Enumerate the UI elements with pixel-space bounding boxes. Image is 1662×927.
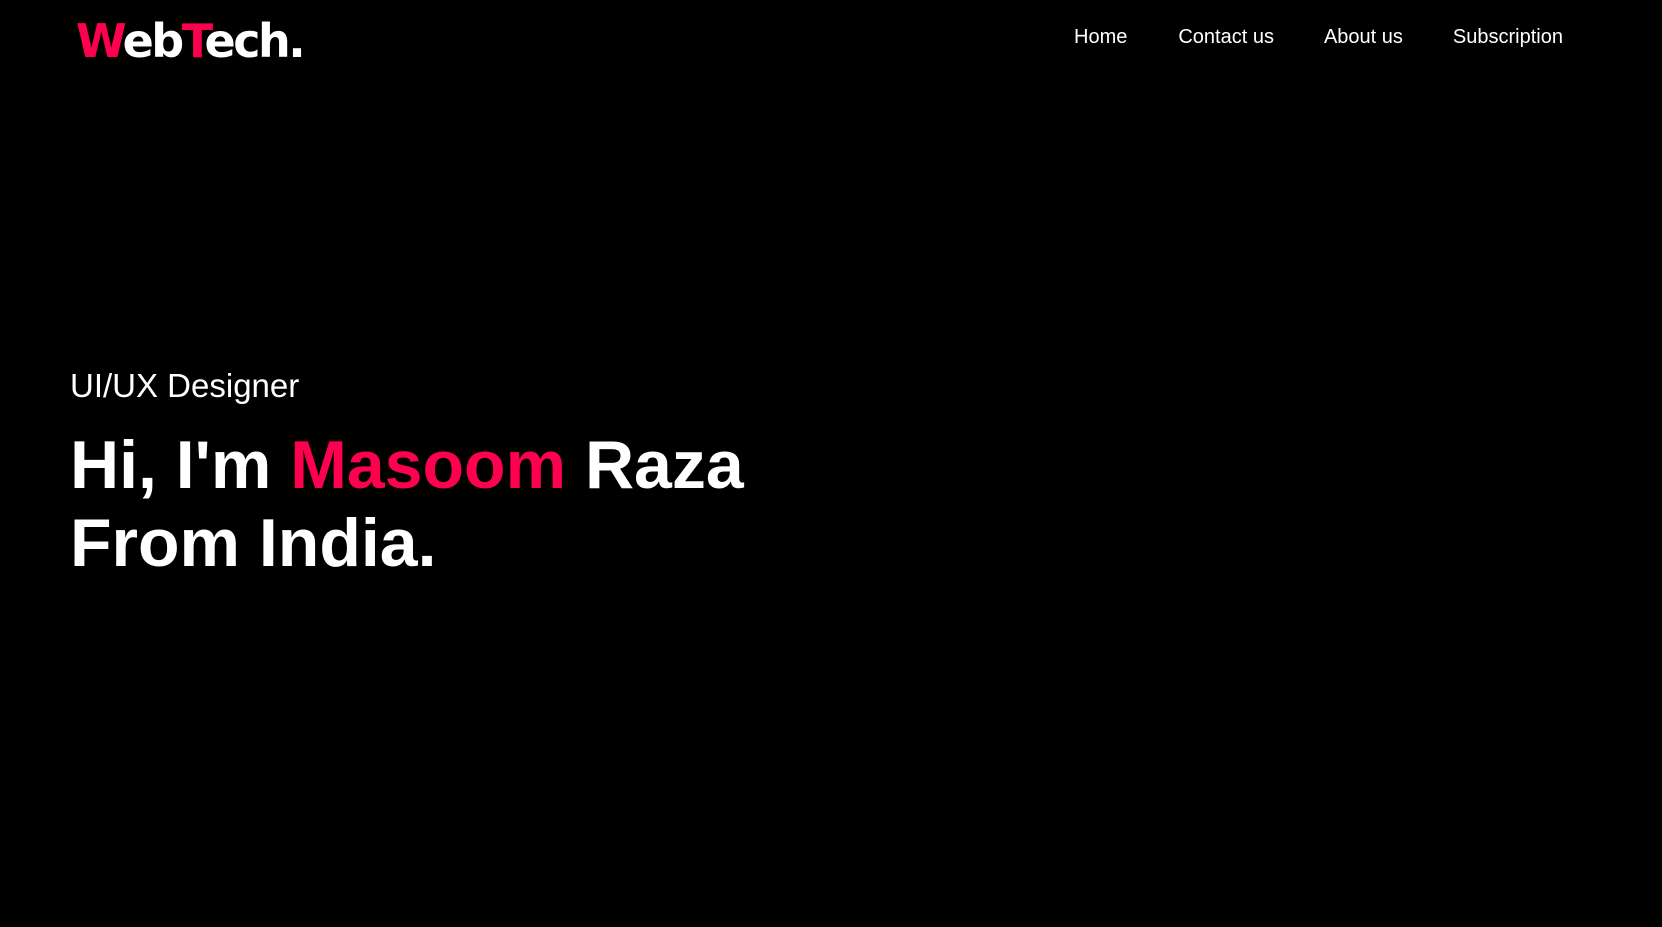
brand-logo[interactable]: WebTech. (76, 12, 306, 70)
nav-link-subscription[interactable]: Subscription (1453, 22, 1563, 52)
logo-letters-eb: eb (122, 14, 185, 68)
hero-origin: From India. (70, 505, 437, 581)
nav-link-home[interactable]: Home (1074, 22, 1127, 52)
hero-first-name: Masoom (290, 427, 567, 503)
logo-letters-ech: ech. (204, 14, 306, 68)
nav-link-about-us[interactable]: About us (1324, 22, 1403, 52)
logo-letter-t: T (181, 14, 207, 68)
hero-role: UI/UX Designer (70, 367, 300, 404)
navbar: WebTech. Home Contact us About us Subscr… (0, 0, 1662, 80)
hero-greeting: Hi, I'm (70, 427, 272, 503)
logo-letter-w: W (76, 14, 125, 68)
hero-last-name: Raza (584, 427, 744, 503)
hero-section: UI/UX Designer Hi, I'm Masoom Raza From I… (70, 366, 744, 582)
landing-page: WebTech. Home Contact us About us Subscr… (0, 0, 1662, 927)
nav-link-contact-us[interactable]: Contact us (1178, 22, 1274, 52)
hero-headline: Hi, I'm Masoom Raza From India. (70, 426, 744, 582)
nav-menu: Home Contact us About us Subscription (1074, 22, 1563, 52)
